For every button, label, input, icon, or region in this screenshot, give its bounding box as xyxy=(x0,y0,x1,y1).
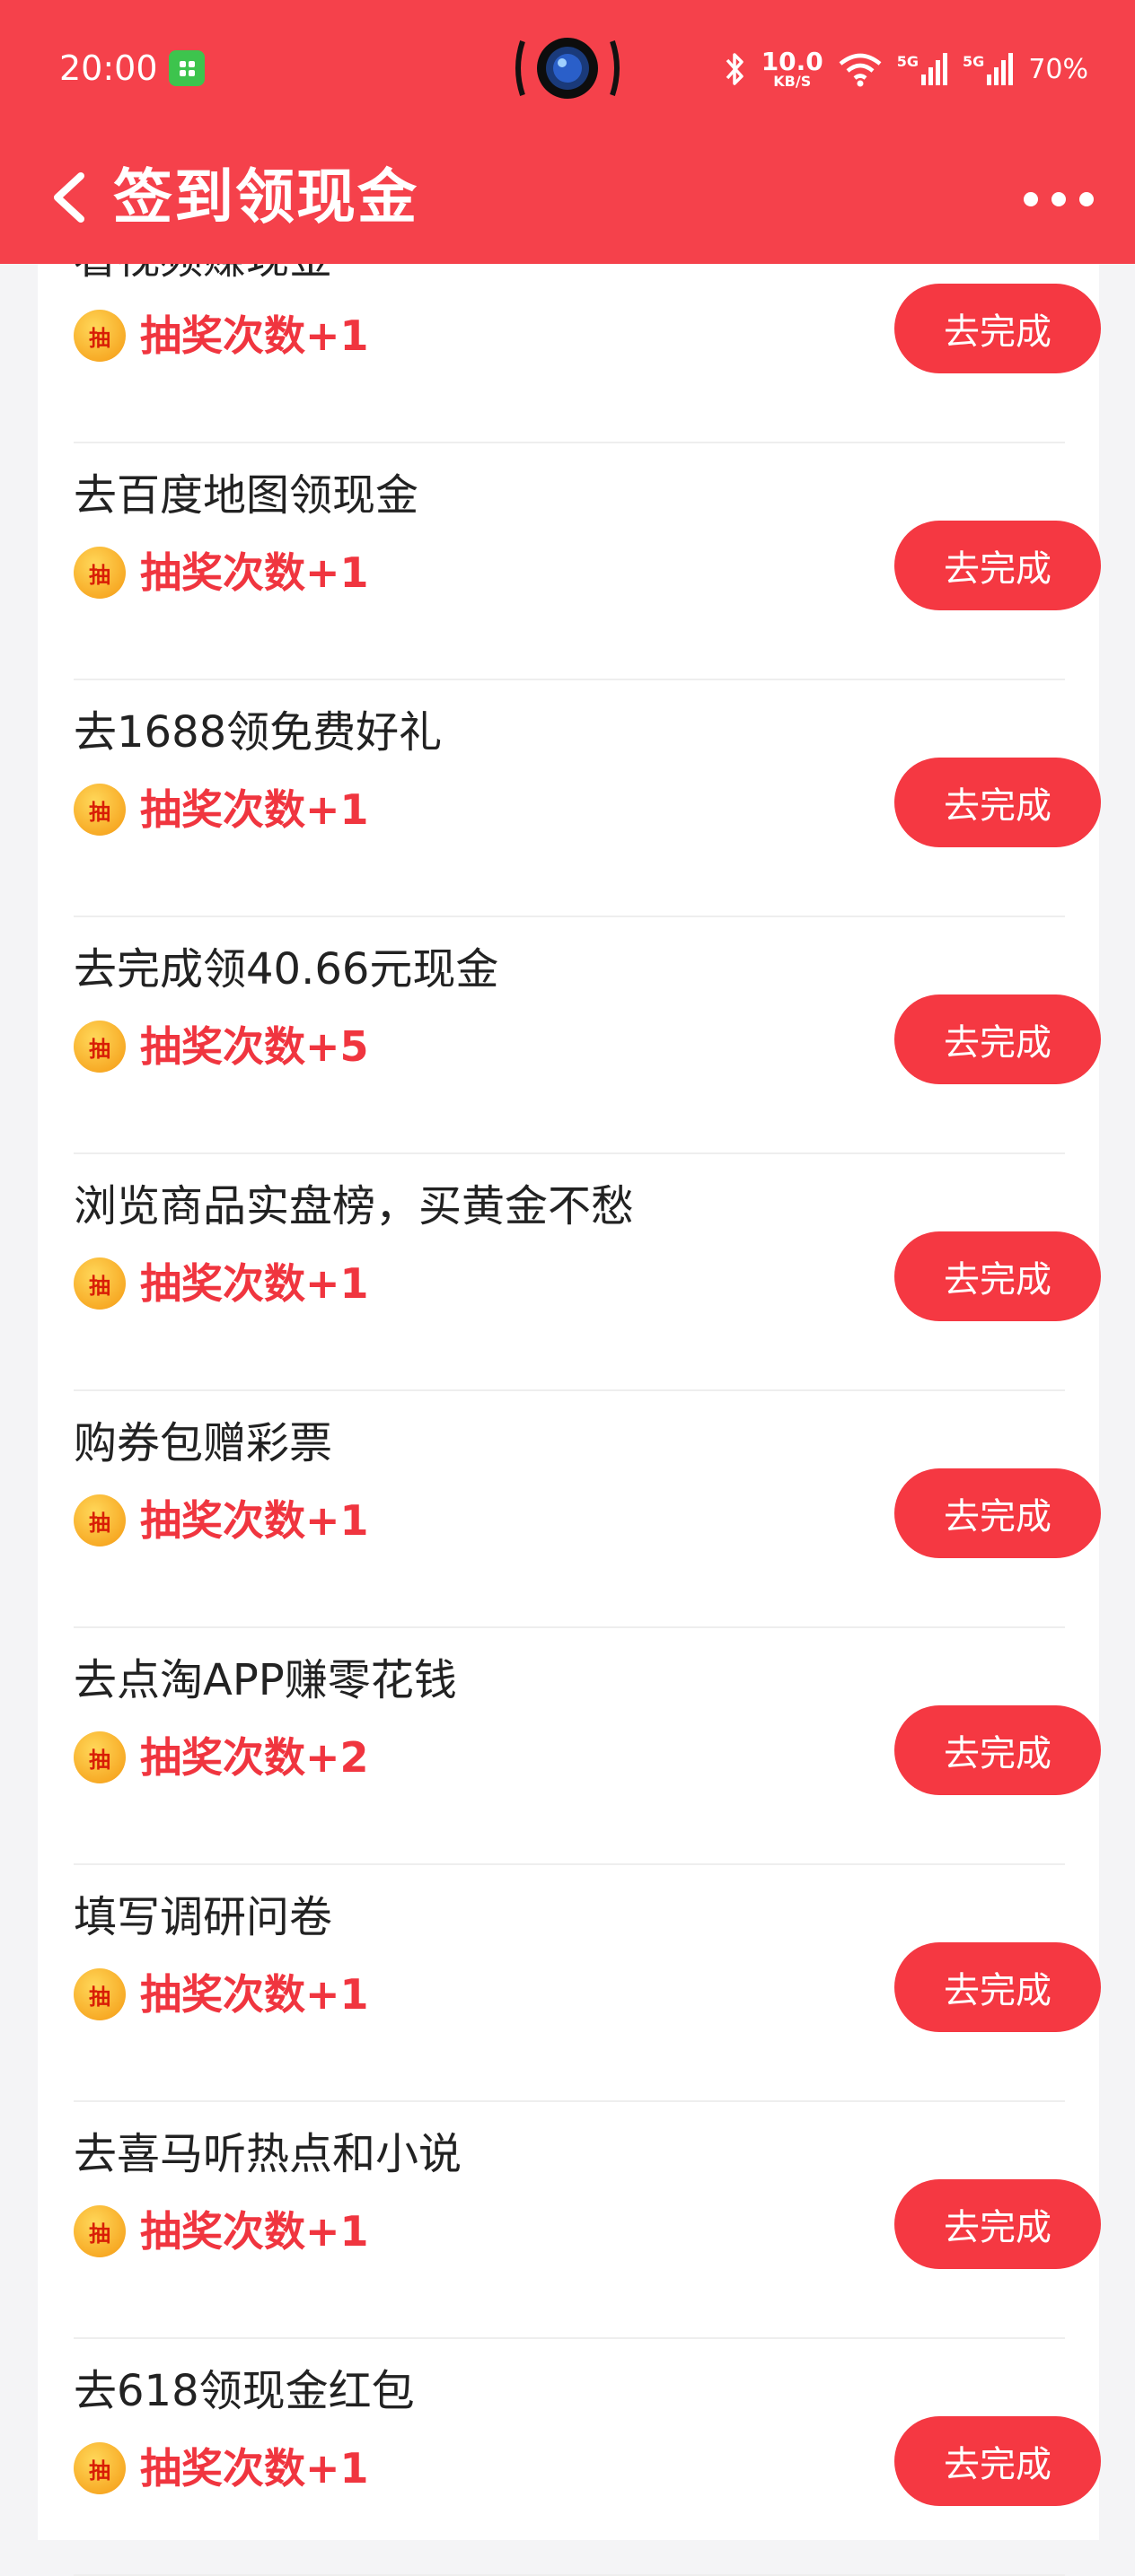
complete-task-button[interactable]: 去完成 xyxy=(894,521,1101,610)
task-row: 去完成领40.66元现金 抽 抽奖次数+5 去完成 xyxy=(70,917,1101,1154)
reward-text: 抽奖次数+2 xyxy=(140,1733,369,1782)
network-speed-unit: KB/S xyxy=(773,73,812,90)
reward-text: 抽奖次数+1 xyxy=(140,1259,369,1308)
task-row: 填写调研问卷 抽 抽奖次数+1 去完成 xyxy=(70,1865,1101,2102)
more-dots-icon xyxy=(1024,192,1094,206)
task-title: 购券包赠彩票 xyxy=(74,1418,333,1468)
task-reward: 抽 抽奖次数+1 xyxy=(70,781,369,838)
status-indicators: 10.0 KB/S 5G 5G 70% xyxy=(722,45,1088,93)
task-row: 去点淘APP赚零花钱 抽 抽奖次数+2 去完成 xyxy=(70,1628,1101,1865)
signal-strength-1: 5G xyxy=(897,53,948,85)
complete-task-button[interactable]: 去完成 xyxy=(894,1231,1101,1321)
task-row: 去618领现金红包 抽 抽奖次数+1 去完成 xyxy=(70,2339,1101,2576)
reward-text: 抽奖次数+1 xyxy=(140,2444,369,2493)
app-header: 20:00 10.0 KB/S 5G 5G 70% 签到领现金 xyxy=(0,0,1135,264)
task-reward: 抽 抽奖次数+1 xyxy=(70,2440,369,2497)
task-reward: 抽 抽奖次数+1 xyxy=(70,1255,369,1312)
chevron-left-icon xyxy=(54,172,84,223)
page-title: 签到领现金 xyxy=(113,162,418,232)
lottery-icon: 抽 xyxy=(70,784,126,837)
complete-task-button[interactable]: 去完成 xyxy=(894,1705,1101,1795)
reward-text: 抽奖次数+5 xyxy=(140,1022,369,1071)
network-speed: 10.0 KB/S xyxy=(761,49,823,89)
complete-task-button[interactable]: 去完成 xyxy=(894,2416,1101,2506)
lottery-icon: 抽 xyxy=(70,1731,126,1785)
bluetooth-icon xyxy=(726,53,743,85)
signal-1-label: 5G xyxy=(896,53,919,70)
navigation-bar: 签到领现金 xyxy=(0,135,1135,264)
lottery-icon: 抽 xyxy=(70,1968,126,2022)
task-title: 去618领现金红包 xyxy=(74,2366,415,2416)
task-row: 去喜马听热点和小说 抽 抽奖次数+1 去完成 xyxy=(70,2102,1101,2339)
lottery-icon: 抽 xyxy=(70,1494,126,1548)
complete-task-button[interactable]: 去完成 xyxy=(894,1942,1101,2032)
network-speed-value: 10.0 xyxy=(761,47,823,76)
camera-recording-icon xyxy=(515,38,620,99)
lottery-icon: 抽 xyxy=(70,547,126,600)
signal-bars-icon xyxy=(987,53,1014,85)
back-button[interactable] xyxy=(40,162,102,233)
reward-text: 抽奖次数+1 xyxy=(140,548,369,597)
signal-strength-2: 5G xyxy=(963,53,1014,85)
task-reward: 抽 抽奖次数+1 xyxy=(70,544,369,601)
task-title: 去完成领40.66元现金 xyxy=(74,944,499,994)
lottery-icon: 抽 xyxy=(70,310,126,364)
task-list-card: 看视频赚现金 抽 抽奖次数+1 去完成 去百度地图领现金 抽 抽奖次数+1 去完… xyxy=(38,206,1101,2576)
task-reward: 抽 抽奖次数+5 xyxy=(70,1018,369,1075)
complete-task-button[interactable]: 去完成 xyxy=(894,2179,1101,2269)
reward-text: 抽奖次数+1 xyxy=(140,2207,369,2256)
reward-text: 抽奖次数+1 xyxy=(140,785,369,834)
reward-text: 抽奖次数+1 xyxy=(140,311,369,360)
reward-text: 抽奖次数+1 xyxy=(140,1496,369,1545)
complete-task-button[interactable]: 去完成 xyxy=(894,758,1101,847)
task-title: 去1688领免费好礼 xyxy=(74,707,443,758)
task-row: 去百度地图领现金 抽 抽奖次数+1 去完成 xyxy=(70,443,1101,680)
task-title: 去点淘APP赚零花钱 xyxy=(74,1655,457,1705)
task-title: 填写调研问卷 xyxy=(74,1892,333,1942)
task-row: 浏览商品实盘榜，买黄金不愁 抽 抽奖次数+1 去完成 xyxy=(70,1154,1101,1391)
complete-task-button[interactable]: 去完成 xyxy=(894,994,1101,1084)
task-title: 去百度地图领现金 xyxy=(74,470,419,521)
lottery-icon: 抽 xyxy=(70,2205,126,2259)
reward-text: 抽奖次数+1 xyxy=(140,1970,369,2019)
task-reward: 抽 抽奖次数+1 xyxy=(70,1966,369,2023)
task-title: 浏览商品实盘榜，买黄金不愁 xyxy=(74,1181,635,1231)
signal-bars-icon xyxy=(921,53,948,85)
task-reward: 抽 抽奖次数+1 xyxy=(70,307,369,364)
task-reward: 抽 抽奖次数+2 xyxy=(70,1729,369,1786)
lottery-icon: 抽 xyxy=(70,2442,126,2496)
lottery-icon: 抽 xyxy=(70,1257,126,1311)
task-reward: 抽 抽奖次数+1 xyxy=(70,1492,369,1549)
status-bar: 20:00 10.0 KB/S 5G 5G 70% xyxy=(0,0,1135,135)
status-time: 20:00 xyxy=(59,48,158,88)
task-row: 去1688领免费好礼 抽 抽奖次数+1 去完成 xyxy=(70,680,1101,917)
complete-task-button[interactable]: 去完成 xyxy=(894,284,1101,373)
task-reward: 抽 抽奖次数+1 xyxy=(70,2203,369,2260)
wechat-notification-icon xyxy=(169,50,205,86)
task-row: 购券包赠彩票 抽 抽奖次数+1 去完成 xyxy=(70,1391,1101,1628)
complete-task-button[interactable]: 去完成 xyxy=(894,1468,1101,1558)
lottery-icon: 抽 xyxy=(70,1021,126,1074)
task-title: 去喜马听热点和小说 xyxy=(74,2129,462,2179)
wifi-icon xyxy=(839,53,882,87)
signal-2-label: 5G xyxy=(963,53,985,70)
battery-level: 70% xyxy=(1028,53,1088,85)
more-options-button[interactable] xyxy=(1018,181,1099,217)
